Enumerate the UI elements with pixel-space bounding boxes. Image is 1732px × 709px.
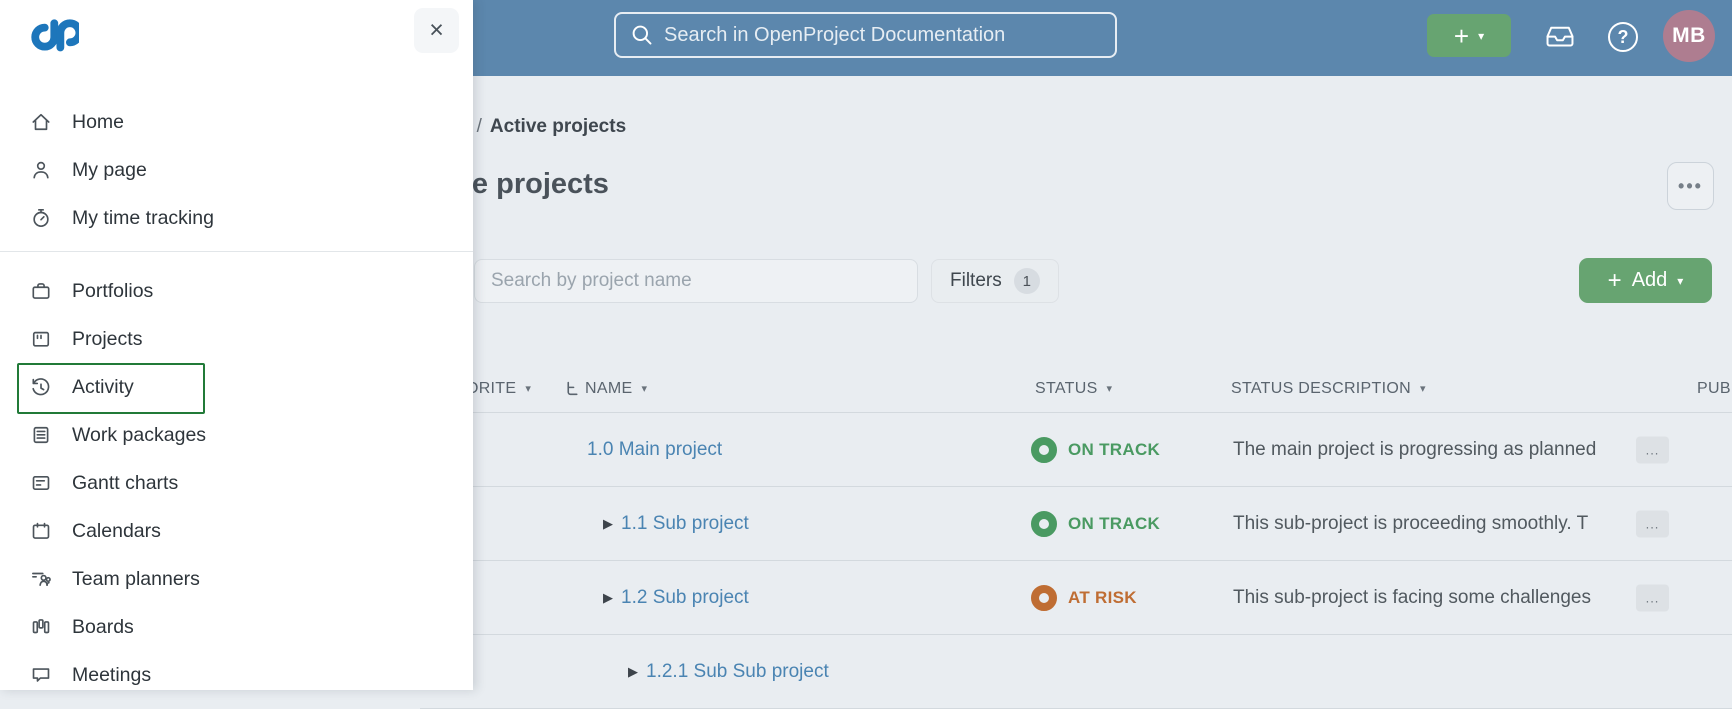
sidebar-item-label: Home	[72, 111, 124, 134]
sidebar-item-label: My page	[72, 159, 147, 182]
sidebar-item-activity[interactable]: Activity	[0, 363, 473, 411]
column-header-status-description[interactable]: STATUS DESCRIPTION▾	[1231, 380, 1426, 398]
sidebar-item-calendars[interactable]: Calendars	[0, 507, 473, 555]
sidebar-item-label: Boards	[72, 616, 134, 639]
status-donut-icon	[1031, 511, 1057, 537]
sidebar-drawer: × Home My page My time tracking Portfolios…	[0, 0, 473, 690]
table-row: ▶ 1.1 Sub project ON TRACK This sub-project…	[420, 487, 1732, 561]
expand-description-button[interactable]: ...	[1636, 436, 1669, 463]
openproject-logo-icon[interactable]	[27, 12, 79, 62]
sidebar-item-meetings[interactable]: Meetings	[0, 651, 473, 699]
table-row: ▶ 1.2.1 Sub Sub project	[420, 635, 1732, 709]
sidebar-item-label: Activity	[72, 376, 134, 399]
sidebar-item-label: Work packages	[72, 424, 206, 447]
project-name-link[interactable]: 1.1 Sub project	[621, 513, 749, 535]
expand-description-button[interactable]: ...	[1636, 584, 1669, 611]
projects-table: FAVORITE▾ NAME▾ STATUS▾ STATUS DESCRIPTI…	[420, 0, 1732, 690]
sidebar-item-label: My time tracking	[72, 207, 214, 230]
boards-icon	[30, 616, 52, 638]
sidebar-item-label: Portfolios	[72, 280, 153, 303]
close-drawer-button[interactable]: ×	[414, 8, 459, 53]
sidebar-divider	[0, 251, 473, 252]
calendar-icon	[30, 520, 52, 542]
status-badge: AT RISK	[1068, 588, 1137, 608]
column-header-public[interactable]: PUBLIC	[1697, 380, 1732, 398]
home-icon	[30, 111, 52, 133]
work-packages-icon	[30, 424, 52, 446]
sidebar-item-work-packages[interactable]: Work packages	[0, 411, 473, 459]
expand-row-icon[interactable]: ▶	[628, 664, 638, 680]
sidebar-item-gantt-charts[interactable]: Gantt charts	[0, 459, 473, 507]
status-badge: ON TRACK	[1068, 514, 1160, 534]
briefcase-icon	[30, 280, 52, 302]
sidebar-item-my-time-tracking[interactable]: My time tracking	[0, 194, 473, 242]
expand-row-icon[interactable]: ▶	[603, 590, 613, 606]
sort-caret-icon: ▾	[525, 384, 531, 395]
meetings-icon	[30, 664, 52, 686]
sidebar-item-my-page[interactable]: My page	[0, 146, 473, 194]
history-icon	[30, 376, 52, 398]
stopwatch-icon	[30, 207, 52, 229]
projects-table-header: FAVORITE▾ NAME▾ STATUS▾ STATUS DESCRIPTI…	[420, 368, 1732, 413]
column-header-name[interactable]: NAME▾	[585, 380, 647, 398]
sidebar-item-label: Calendars	[72, 520, 161, 543]
gantt-icon	[30, 472, 52, 494]
sort-caret-icon: ▾	[1420, 384, 1426, 395]
hierarchy-mode-icon[interactable]	[564, 381, 581, 398]
status-description-text: This sub-project is facing some challeng…	[1233, 587, 1625, 609]
sort-caret-icon: ▾	[1107, 384, 1113, 395]
sidebar-item-projects[interactable]: Projects	[0, 315, 473, 363]
project-name-link[interactable]: 1.2.1 Sub Sub project	[646, 661, 829, 683]
status-description-text: This sub-project is proceeding smoothly.…	[1233, 513, 1625, 535]
sidebar-item-boards[interactable]: Boards	[0, 603, 473, 651]
status-donut-icon	[1031, 437, 1057, 463]
sidebar-item-label: Meetings	[72, 664, 151, 687]
status-description-text: The main project is progressing as plann…	[1233, 439, 1625, 461]
user-icon	[30, 159, 52, 181]
team-icon	[30, 568, 52, 590]
projects-icon	[30, 328, 52, 350]
sidebar-item-label: Projects	[72, 328, 142, 351]
column-header-status[interactable]: STATUS▾	[1035, 380, 1112, 398]
sidebar-item-home[interactable]: Home	[0, 98, 473, 146]
sidebar-item-label: Team planners	[72, 568, 200, 591]
expand-row-icon[interactable]: ▶	[603, 516, 613, 532]
table-row: 1.0 Main project ON TRACK The main project…	[420, 413, 1732, 487]
table-row: ▶ 1.2 Sub project AT RISK This sub-project …	[420, 561, 1732, 635]
sort-caret-icon: ▾	[641, 384, 647, 395]
sidebar-item-team-planners[interactable]: Team planners	[0, 555, 473, 603]
status-donut-icon	[1031, 585, 1057, 611]
status-badge: ON TRACK	[1068, 440, 1160, 460]
sidebar-item-portfolios[interactable]: Portfolios	[0, 267, 473, 315]
expand-description-button[interactable]: ...	[1636, 510, 1669, 537]
project-name-link[interactable]: 1.2 Sub project	[621, 587, 749, 609]
project-name-link[interactable]: 1.0 Main project	[587, 439, 722, 461]
sidebar-item-label: Gantt charts	[72, 472, 178, 495]
sidebar-primary-menu: Home My page My time tracking	[0, 98, 473, 242]
sidebar-secondary-menu: Portfolios Projects Activity Work packages G…	[0, 267, 473, 699]
